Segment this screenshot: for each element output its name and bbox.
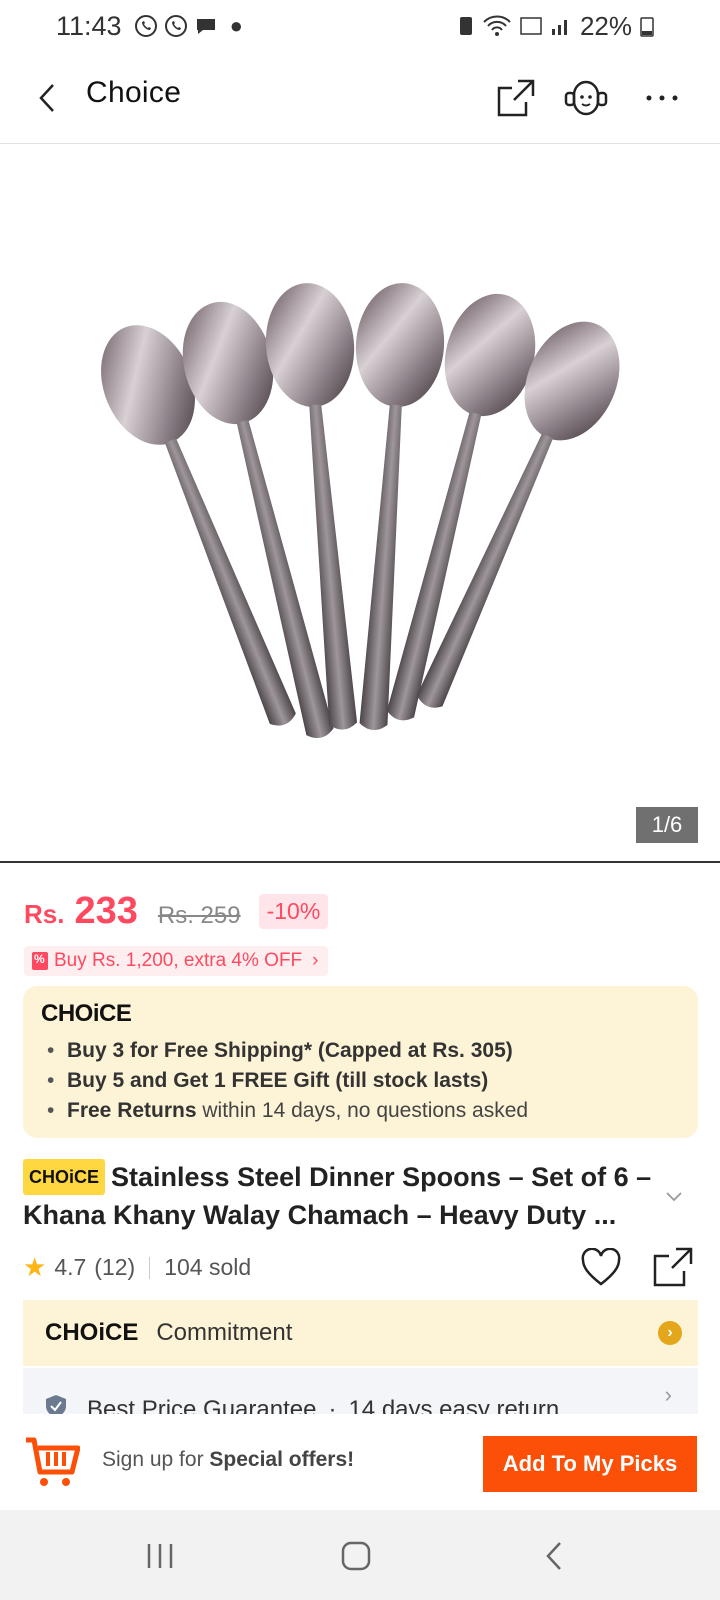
share-icon (497, 79, 535, 117)
back-button[interactable] (30, 76, 64, 120)
list-item: Buy 3 for Free Shipping* (Capped at Rs. … (41, 1036, 680, 1066)
status-left: 11:43 ● (56, 11, 243, 42)
system-back-button[interactable] (532, 1534, 576, 1578)
back-icon (546, 1542, 561, 1570)
more-horizontal-icon (646, 95, 678, 101)
share-button[interactable] (490, 72, 542, 124)
chevron-left-icon (39, 84, 54, 112)
chat-bubble-icon (196, 19, 215, 34)
more-options-button[interactable] (636, 72, 688, 124)
home-icon (341, 1541, 371, 1571)
promo-label: Buy Rs. 1,200, extra 4% OFF (54, 950, 303, 971)
star-icon: ★ (23, 1252, 47, 1282)
volte-icon (520, 17, 542, 35)
product-page: 11:43 ● 22% Choice 1/6 Rs. 233 Rs. 259 -… (0, 0, 720, 1600)
status-right: 22% (458, 11, 654, 42)
review-count: (12) (94, 1254, 136, 1280)
share-icon[interactable] (652, 1246, 694, 1288)
notification-dot-icon: ● (229, 13, 243, 38)
original-price: Rs. 259 (157, 902, 241, 929)
guarantee-text: Best Price Guarantee · 14 days easy retu… (87, 1396, 559, 1414)
heart-icon[interactable] (580, 1248, 622, 1288)
battery-percent: 22% (579, 10, 632, 41)
choice-logo: CHOiCE (41, 1000, 132, 1027)
arrow-right-circle-icon: › (658, 1321, 682, 1345)
sold-count: 104 sold (164, 1254, 252, 1280)
guarantee-item-return: 14 days easy return (348, 1396, 560, 1414)
whatsapp-icon (134, 15, 157, 37)
battery-saver-icon (459, 17, 472, 35)
battery-icon (640, 17, 654, 37)
signup-prompt[interactable]: Sign up for Special offers! (102, 1448, 354, 1472)
choice-benefits-box: CHOiCE Buy 3 for Free Shipping* (Capped … (23, 986, 698, 1138)
signal-icon (551, 20, 567, 35)
customer-service-button[interactable] (560, 72, 612, 124)
product-title-block[interactable]: CHOiCE Stainless Steel Dinner Spoons – Se… (23, 1159, 663, 1232)
add-to-picks-button[interactable]: Add To My Picks (483, 1436, 697, 1492)
system-nav-bar (0, 1510, 720, 1600)
product-image-gallery[interactable]: 1/6 (0, 145, 720, 863)
whatsapp-icon (164, 15, 187, 37)
price-row: Rs. 233 Rs. 259 -10% (24, 890, 329, 933)
divider (149, 1256, 151, 1279)
list-item: Buy 5 and Get 1 FREE Gift (till stock la… (41, 1066, 680, 1096)
support-agent-icon (564, 80, 608, 116)
page-title: Choice (86, 76, 182, 109)
choice-logo: CHOiCE (45, 1319, 139, 1346)
choice-tag: CHOiCE (23, 1159, 106, 1195)
wifi-icon (483, 15, 511, 36)
recent-apps-button[interactable] (138, 1534, 182, 1578)
image-counter: 1/6 (636, 807, 698, 843)
rating-value: 4.7 (54, 1254, 87, 1280)
chevron-down-icon[interactable] (664, 1186, 684, 1206)
status-time: 11:43 (56, 10, 122, 41)
bottom-action-bar: Sign up for Special offers! Add To My Pi… (0, 1416, 720, 1510)
price-value: 233 (74, 890, 138, 932)
chevron-right-icon: › (664, 1382, 672, 1407)
promo-chip[interactable]: Buy Rs. 1,200, extra 4% OFF › (24, 946, 329, 976)
price-currency: Rs. (24, 899, 65, 929)
commitment-label: Commitment (156, 1319, 293, 1346)
guarantee-row[interactable]: Best Price Guarantee · 14 days easy retu… (23, 1368, 698, 1414)
chevron-right-icon: › (312, 950, 319, 971)
discount-badge: -10% (258, 894, 329, 929)
list-item: Free Returns within 14 days, no question… (41, 1096, 680, 1126)
shield-check-icon (46, 1395, 66, 1414)
rating-row[interactable]: ★ 4.7 (12) 104 sold (23, 1252, 251, 1283)
separator: · (328, 1396, 337, 1414)
product-image (101, 283, 620, 739)
recent-apps-icon (147, 1544, 173, 1568)
commitment-bar[interactable]: CHOiCE Commitment › (23, 1300, 698, 1366)
top-app-bar: Choice (0, 52, 720, 144)
product-title: CHOiCE Stainless Steel Dinner Spoons – Se… (23, 1159, 663, 1232)
home-button[interactable] (334, 1534, 378, 1578)
cart-icon[interactable] (24, 1434, 80, 1490)
choice-benefits-list: Buy 3 for Free Shipping* (Capped at Rs. … (41, 1036, 680, 1126)
voucher-icon (32, 952, 48, 970)
status-bar: 11:43 ● 22% (0, 0, 720, 52)
guarantee-item-price: Best Price Guarantee (87, 1396, 317, 1414)
